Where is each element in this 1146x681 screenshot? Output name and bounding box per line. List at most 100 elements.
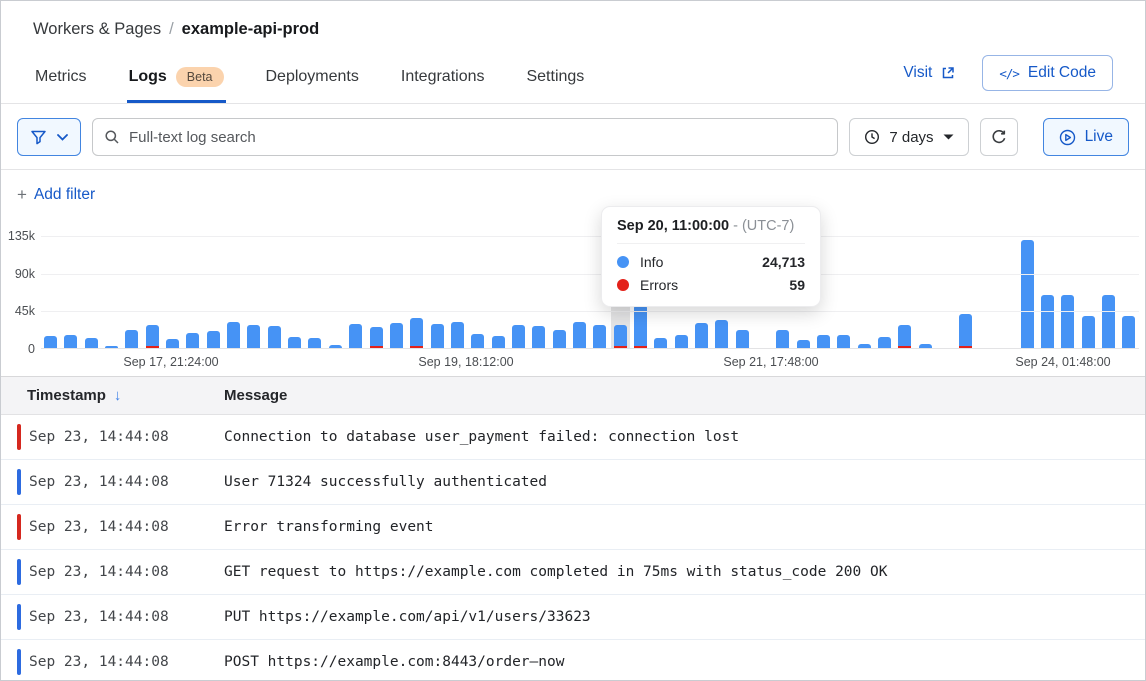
search-input[interactable]: [92, 118, 838, 156]
funnel-icon: [30, 129, 47, 145]
edit-code-label: Edit Code: [1028, 64, 1096, 82]
row-message: User 71324 successfully authenticated: [224, 474, 547, 490]
bar-stack: [247, 325, 260, 348]
tab-integrations[interactable]: Integrations: [399, 61, 487, 103]
chart-bar-slot[interactable]: [1018, 235, 1037, 348]
table-row[interactable]: Sep 23, 14:44:08Error transforming event: [1, 505, 1145, 550]
chart-bar-slot[interactable]: [1058, 235, 1077, 348]
chart-bar-slot[interactable]: [529, 235, 548, 348]
chart-bar-slot[interactable]: [204, 235, 223, 348]
refresh-button[interactable]: [980, 118, 1018, 156]
chart-bar-slot[interactable]: [834, 235, 853, 348]
bar-stack: [532, 326, 545, 348]
bar-stack: [186, 333, 199, 348]
chevron-down-icon: [57, 134, 68, 141]
bar-stack: [105, 346, 118, 348]
add-filter-link[interactable]: Add filter: [34, 186, 95, 204]
chart-bar-slot[interactable]: [977, 235, 996, 348]
tab-deployments[interactable]: Deployments: [264, 61, 361, 103]
tab-label: Deployments: [266, 68, 359, 86]
chart-bar-slot[interactable]: [1099, 235, 1118, 348]
chart-bar-slot[interactable]: [102, 235, 121, 348]
chart-bar-slot[interactable]: [346, 235, 365, 348]
filter-bar: 7 days Live: [1, 104, 1145, 170]
tab-logs[interactable]: LogsBeta: [127, 61, 226, 103]
info-bar-segment: [410, 318, 423, 346]
topbar: Workers & Pages / example-api-prod: [1, 1, 1145, 39]
bar-stack: [451, 322, 464, 348]
chart-bar-slot[interactable]: [956, 235, 975, 348]
info-bar-segment: [715, 320, 728, 348]
chart-bar-slot[interactable]: [448, 235, 467, 348]
table-row[interactable]: Sep 23, 14:44:08Connection to database u…: [1, 415, 1145, 460]
bar-stack: [1102, 295, 1115, 348]
tab-metrics[interactable]: Metrics: [33, 61, 89, 103]
chart-bar-slot[interactable]: [41, 235, 60, 348]
chart-bar-slot[interactable]: [244, 235, 263, 348]
chart-bar-slot[interactable]: [367, 235, 386, 348]
info-level-indicator: [17, 649, 21, 675]
chart-bar-slot[interactable]: [916, 235, 935, 348]
tab-settings[interactable]: Settings: [524, 61, 586, 103]
chart-bar-slot[interactable]: [1119, 235, 1138, 348]
live-button[interactable]: Live: [1043, 118, 1129, 156]
row-timestamp: Sep 23, 14:44:08: [29, 564, 224, 580]
chart-bar-slot[interactable]: [428, 235, 447, 348]
chart-bar-slot[interactable]: [1079, 235, 1098, 348]
bar-stack: [44, 336, 57, 348]
table-row[interactable]: Sep 23, 14:44:08PUT https://example.com/…: [1, 595, 1145, 640]
time-range-dropdown[interactable]: 7 days: [849, 118, 968, 156]
error-level-indicator: [17, 424, 21, 450]
chart-bar-slot[interactable]: [122, 235, 141, 348]
chart-bar-slot[interactable]: [550, 235, 569, 348]
table-row[interactable]: Sep 23, 14:44:08POST https://example.com…: [1, 640, 1145, 681]
chart-bar-slot[interactable]: [489, 235, 508, 348]
log-table: Timestamp ↓ Message Sep 23, 14:44:08Conn…: [1, 376, 1145, 681]
chart-bar-slot[interactable]: [855, 235, 874, 348]
info-bar-segment: [64, 335, 77, 348]
chart-bar-slot[interactable]: [936, 235, 955, 348]
info-bar-segment: [349, 324, 362, 348]
chart-bar-slot[interactable]: [163, 235, 182, 348]
chart-bar-slot[interactable]: [224, 235, 243, 348]
chart-bar-slot[interactable]: [997, 235, 1016, 348]
chart-bar-slot[interactable]: [1038, 235, 1057, 348]
chart-bar-slot[interactable]: [468, 235, 487, 348]
tooltip-row-errors: Errors59: [617, 277, 805, 293]
chart-bar-slot[interactable]: [570, 235, 589, 348]
info-bar-segment: [797, 340, 810, 348]
chart-bar-slot[interactable]: [305, 235, 324, 348]
filter-menu-button[interactable]: [17, 118, 81, 156]
bar-stack: [329, 345, 342, 348]
chart-bar-slot[interactable]: [895, 235, 914, 348]
bar-stack: [614, 325, 627, 348]
visit-link[interactable]: Visit: [903, 64, 956, 82]
error-bar-segment: [146, 346, 159, 348]
tabs: Metrics LogsBeta Deployments Integrations Se…: [33, 61, 586, 103]
info-bar-segment: [451, 322, 464, 348]
workers-logs-page: Workers & Pages / example-api-prod Metri…: [0, 0, 1146, 681]
chart-bar-slot[interactable]: [143, 235, 162, 348]
bar-stack: [166, 339, 179, 348]
column-header-timestamp[interactable]: Timestamp ↓: [1, 387, 224, 404]
chart-bar-slot[interactable]: [265, 235, 284, 348]
table-row[interactable]: Sep 23, 14:44:08User 71324 successfully …: [1, 460, 1145, 505]
bar-stack: [553, 330, 566, 348]
add-filter-row: + Add filter: [1, 170, 1145, 220]
chart-bar-slot[interactable]: [326, 235, 345, 348]
tooltip-divider: [617, 243, 805, 244]
breadcrumb-section[interactable]: Workers & Pages: [33, 20, 161, 39]
chart-bar-slot[interactable]: [407, 235, 426, 348]
chart-bar-slot[interactable]: [183, 235, 202, 348]
chart-bar-slot[interactable]: [875, 235, 894, 348]
info-bar-segment: [431, 324, 444, 348]
chart-bar-slot[interactable]: [61, 235, 80, 348]
table-row[interactable]: Sep 23, 14:44:08GET request to https://e…: [1, 550, 1145, 595]
edit-code-button[interactable]: </> Edit Code: [982, 55, 1113, 91]
legend-dot: [617, 279, 629, 291]
chart-bar-slot[interactable]: [509, 235, 528, 348]
column-header-message: Message: [224, 387, 287, 404]
chart-bar-slot[interactable]: [82, 235, 101, 348]
chart-bar-slot[interactable]: [387, 235, 406, 348]
chart-bar-slot[interactable]: [285, 235, 304, 348]
